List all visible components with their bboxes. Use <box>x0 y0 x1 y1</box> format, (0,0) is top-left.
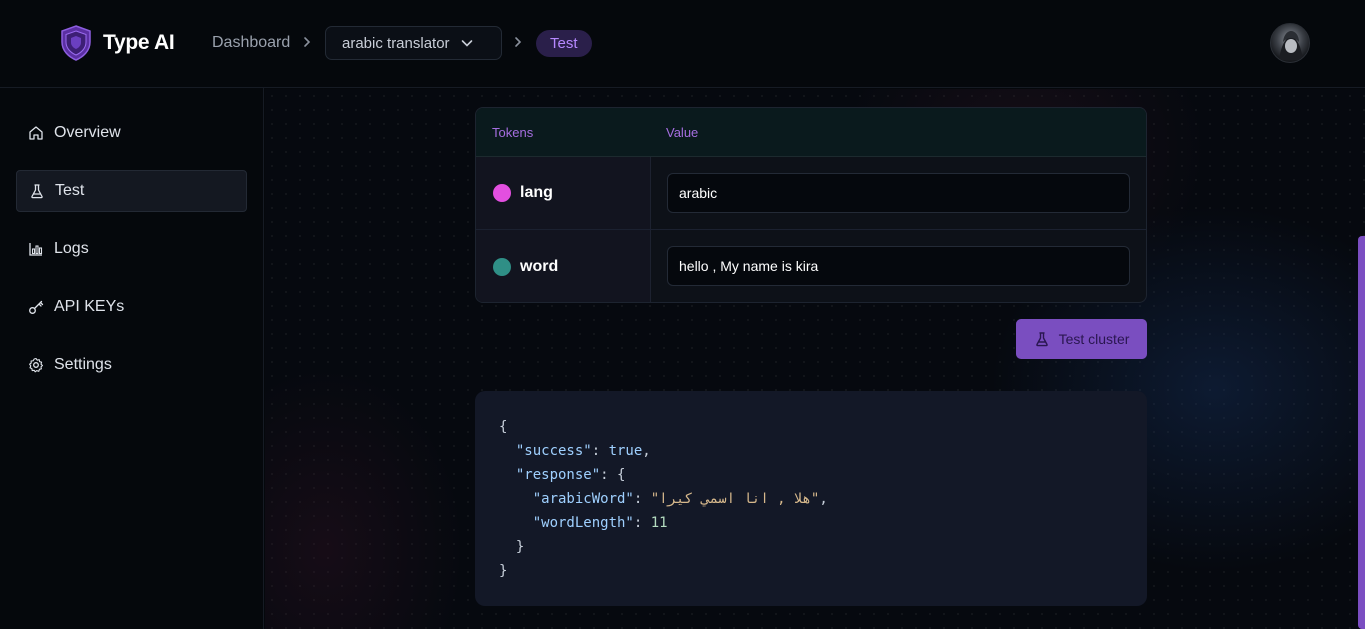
json-line: } <box>499 559 1123 583</box>
key-icon <box>29 300 44 314</box>
sidebar-item-overview[interactable]: Overview <box>16 112 247 154</box>
flask-icon <box>31 184 43 199</box>
tokens-table: Tokens Value lang word <box>475 107 1147 303</box>
sidebar-item-label: Test <box>55 182 85 199</box>
json-brace: { <box>499 419 508 435</box>
json-line: "wordLength": 11 <box>532 515 668 531</box>
token-value-input-lang[interactable] <box>667 173 1130 213</box>
project-select[interactable]: arabic translator <box>325 26 502 60</box>
json-response-panel: { "success": true, "response": { "arabic… <box>475 391 1147 606</box>
tokens-table-header: Tokens Value <box>476 108 1146 157</box>
json-brace: } <box>499 563 508 579</box>
sidebar-item-api-keys[interactable]: API KEYs <box>16 286 247 328</box>
shield-logo-icon <box>61 25 91 61</box>
sidebar-item-label: API KEYs <box>54 298 125 315</box>
json-key-wordlength: "wordLength" <box>532 515 634 531</box>
project-select-label: arabic translator <box>342 34 450 52</box>
sidebar-item-label: Logs <box>54 240 89 257</box>
json-value-wordlength: 11 <box>650 515 668 531</box>
chevron-right-icon <box>513 33 523 51</box>
gear-icon <box>29 357 44 373</box>
token-name: word <box>520 257 559 275</box>
json-line: "arabicWord": "هلا , انا اسمي كيرا", <box>532 491 828 507</box>
json-line: } <box>499 535 1123 559</box>
json-line: "response": { <box>515 467 626 483</box>
json-key-response: "response" <box>515 467 601 483</box>
breadcrumb-dashboard[interactable]: Dashboard <box>212 34 290 52</box>
bar-chart-icon <box>29 243 43 256</box>
brand-name[interactable]: Type AI <box>103 31 175 55</box>
json-key-success: "success" <box>515 443 592 459</box>
json-line: "success": true, <box>515 443 651 459</box>
column-header-tokens: Tokens <box>492 125 534 140</box>
json-brace: } <box>515 539 525 555</box>
test-cluster-button[interactable]: Test cluster <box>1016 319 1147 359</box>
test-cluster-label: Test cluster <box>1058 331 1130 347</box>
token-name-cell: word <box>476 230 651 302</box>
token-color-dot <box>493 184 511 202</box>
json-key-arabicword: "arabicWord" <box>532 491 634 507</box>
user-avatar[interactable] <box>1270 23 1310 63</box>
json-line: { <box>499 415 1123 439</box>
token-name: lang <box>520 184 553 201</box>
sidebar-item-label: Overview <box>54 124 121 141</box>
chevron-down-icon <box>461 40 472 47</box>
json-value-arabicword: "هلا , انا اسمي كيرا" <box>650 491 820 507</box>
page-scrollbar[interactable] <box>1358 236 1365 629</box>
top-header: Type AI Dashboard arabic translator Test <box>0 0 1365 88</box>
sidebar-item-label: Settings <box>54 356 112 373</box>
json-value-success: true <box>608 443 643 459</box>
sidebar-item-test[interactable]: Test <box>16 170 247 212</box>
sidebar-item-settings[interactable]: Settings <box>16 344 247 386</box>
column-header-value: Value <box>666 125 699 140</box>
chevron-right-icon <box>302 33 312 51</box>
token-row-word: word <box>476 230 1146 302</box>
token-color-dot <box>493 257 511 276</box>
home-icon <box>29 126 43 140</box>
token-value-input-word[interactable] <box>667 246 1130 286</box>
token-name-cell: lang <box>476 157 651 229</box>
current-page-badge: Test <box>536 30 592 57</box>
sidebar-item-logs[interactable]: Logs <box>16 228 247 270</box>
token-row-lang: lang <box>476 157 1146 230</box>
flask-icon <box>1035 332 1048 347</box>
